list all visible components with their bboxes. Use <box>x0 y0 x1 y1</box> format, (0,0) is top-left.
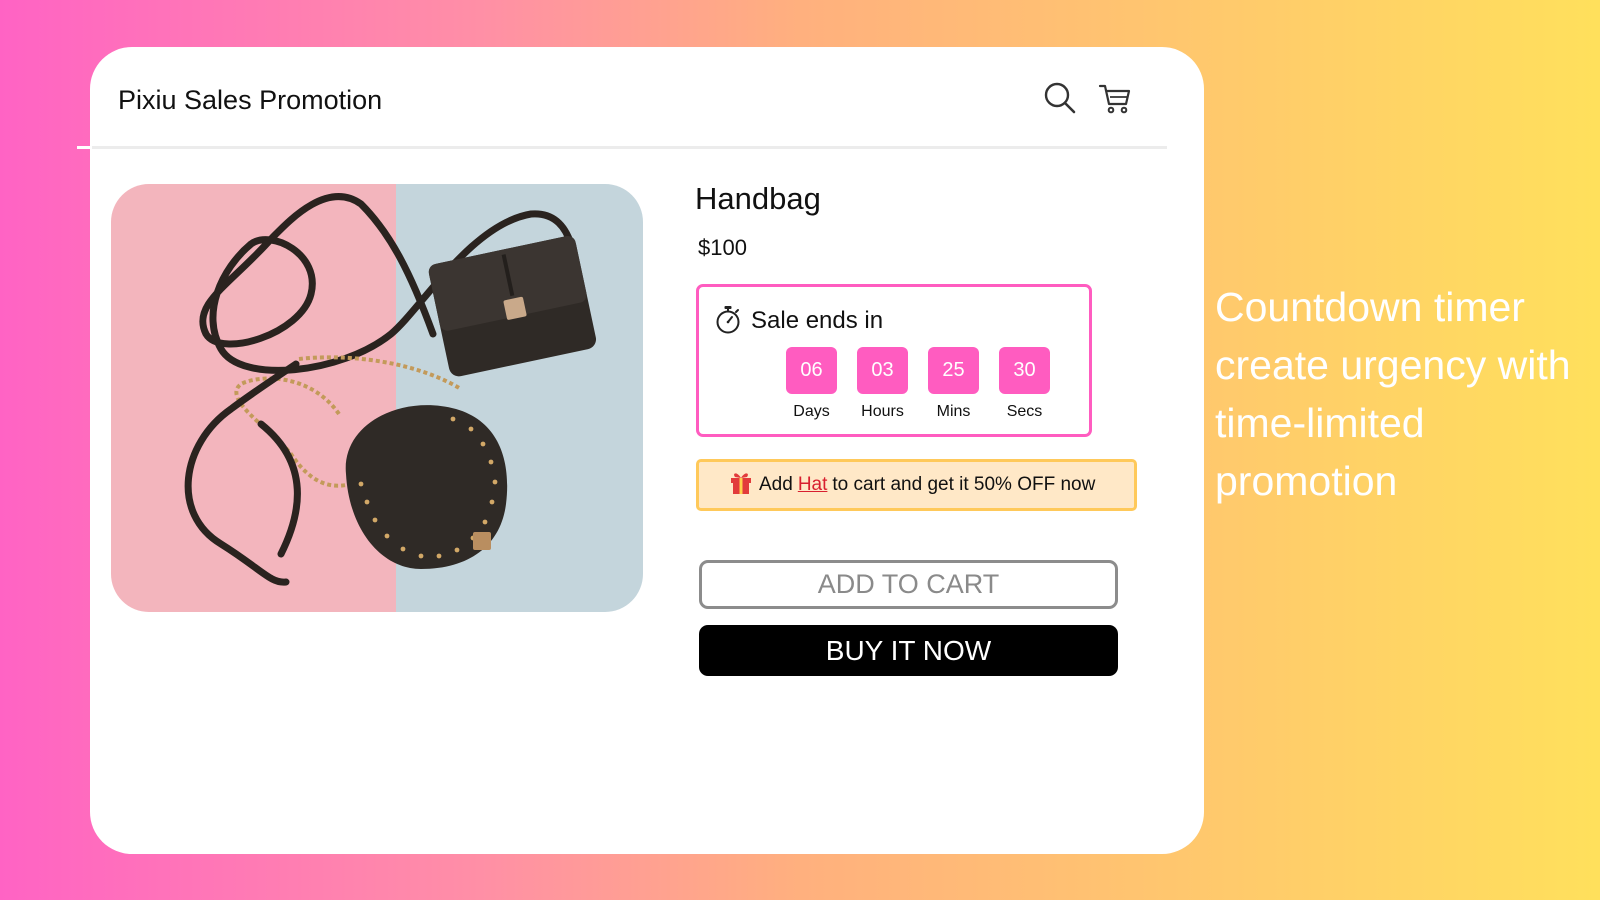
gift-icon <box>729 469 759 501</box>
stopwatch-icon <box>713 304 743 339</box>
promo-tagline: Countdown timer create urgency with time… <box>1215 284 1571 504</box>
handbags-photo <box>111 184 643 612</box>
countdown-secs: 30 Secs <box>999 347 1050 421</box>
gift-offer-banner: Add Hat to cart and get it 50% OFF now <box>696 459 1137 511</box>
product-price: $100 <box>698 235 747 260</box>
mins-label: Mins <box>936 403 971 420</box>
header-divider <box>77 146 1167 149</box>
days-label: Days <box>793 403 830 420</box>
hours-value: 03 <box>857 347 908 394</box>
days-value: 06 <box>786 347 837 394</box>
hours-label: Hours <box>861 403 904 420</box>
product-name: Handbag <box>695 181 821 216</box>
store-header: Pixiu Sales Promotion <box>77 47 1204 149</box>
cart-icon[interactable] <box>1098 81 1132 115</box>
mins-value: 25 <box>928 347 979 394</box>
add-to-cart-button[interactable]: ADD TO CART <box>699 560 1118 609</box>
countdown-label: Sale ends in <box>751 307 884 334</box>
secs-label: Secs <box>1006 403 1043 420</box>
countdown-header: Sale ends in <box>713 305 883 337</box>
countdown-days: 06 Days <box>786 347 837 421</box>
product-card: Pixiu Sales Promotion Handbag $100 Sale … <box>77 47 1204 854</box>
gift-offer-suffix: to cart and get it 50% OFF now <box>832 474 1096 495</box>
countdown-units: 06 Days 03 Hours 25 Mins 30 Secs <box>786 347 1050 421</box>
secs-value: 30 <box>999 347 1050 394</box>
search-icon[interactable] <box>1043 81 1077 115</box>
gift-product-link[interactable]: Hat <box>798 474 828 496</box>
gift-offer-prefix: Add <box>759 474 793 495</box>
countdown-timer: Sale ends in 06 Days 03 Hours 25 Mins 30… <box>696 284 1092 437</box>
countdown-hours: 03 Hours <box>857 347 908 421</box>
countdown-mins: 25 Mins <box>928 347 979 421</box>
product-image <box>111 184 643 612</box>
store-title: Pixiu Sales Promotion <box>118 85 383 115</box>
buy-now-button[interactable]: BUY IT NOW <box>699 625 1118 676</box>
